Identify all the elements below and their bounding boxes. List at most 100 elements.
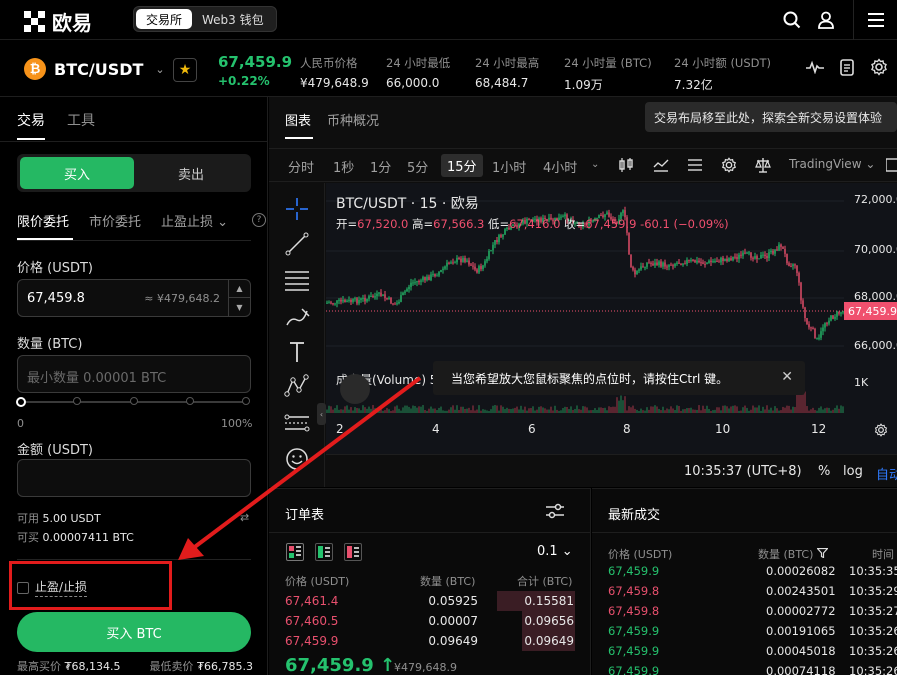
volume-bar xyxy=(566,407,568,413)
ticker-bar: ₿ BTC/USDT ⌄ ★ 67,459.9 +0.22% 人民币价格 ¥47… xyxy=(0,41,897,97)
list-settings-icon[interactable] xyxy=(687,157,705,175)
scale-balance-icon[interactable] xyxy=(755,157,773,175)
volume-bar xyxy=(528,408,530,413)
slider-step-25[interactable] xyxy=(71,395,83,407)
candle-body xyxy=(418,281,420,283)
pulse-chart-icon[interactable] xyxy=(805,57,825,77)
tf-timeline[interactable]: 分时 xyxy=(288,157,314,176)
chart-settings-gear-icon[interactable] xyxy=(874,423,888,441)
candle-body xyxy=(370,296,372,298)
tf-4h[interactable]: 4小时 xyxy=(543,157,577,176)
book-both-sides-icon[interactable] xyxy=(286,543,304,561)
document-icon[interactable] xyxy=(837,57,857,77)
candlestick-chart[interactable]: BTC/USDT · 15 · 欧易 开=67,520.0 高=67,566.3… xyxy=(326,183,897,487)
volume-bar xyxy=(770,407,772,413)
stepper-down-icon[interactable]: ▼ xyxy=(229,298,250,316)
book-asks-icon[interactable] xyxy=(344,543,362,561)
candle-body xyxy=(650,262,652,264)
crosshair-icon[interactable] xyxy=(283,195,311,223)
volume-bar xyxy=(756,407,758,413)
candle-body xyxy=(448,262,450,264)
chart-provider-select[interactable]: TradingView ⌄ xyxy=(789,157,875,171)
candle-body xyxy=(406,289,408,292)
collapse-toolbar-chevron-icon[interactable]: ‹ xyxy=(317,403,326,425)
measure-tool-icon[interactable] xyxy=(283,409,311,437)
pair-selector[interactable]: ₿ BTC/USDT ⌄ xyxy=(24,58,165,80)
candle-body xyxy=(372,296,374,298)
menu-icon[interactable] xyxy=(853,0,897,40)
fullscreen-icon[interactable] xyxy=(885,157,897,175)
tab-chart[interactable]: 图表 xyxy=(285,110,311,129)
mode-web3-wallet[interactable]: Web3 钱包 xyxy=(192,9,274,29)
ticker-actions xyxy=(805,57,889,77)
tf-1h[interactable]: 1小时 xyxy=(492,157,526,176)
close-icon[interactable]: ✕ xyxy=(781,369,793,385)
amount-input[interactable] xyxy=(17,459,251,497)
volume-bar xyxy=(776,408,778,413)
candle-body xyxy=(682,263,684,265)
tf-1s[interactable]: 1秒 xyxy=(333,157,354,176)
pattern-tool-icon[interactable] xyxy=(283,372,311,400)
volume-bar xyxy=(514,407,516,413)
candle-body xyxy=(792,264,794,267)
user-icon[interactable] xyxy=(809,0,843,40)
tf-15m[interactable]: 15分 xyxy=(441,154,483,177)
slider-step-100[interactable] xyxy=(240,395,252,407)
horizontal-lines-icon[interactable] xyxy=(283,266,311,294)
price-input[interactable]: 67,459.8 ≈ ¥479,648.2 ▲ ▼ xyxy=(17,279,251,317)
help-icon[interactable]: ? xyxy=(252,213,266,227)
search-icon[interactable] xyxy=(775,0,809,40)
auto-scale-toggle[interactable]: 自动 xyxy=(876,464,897,483)
tab-coin-overview[interactable]: 币种概况 xyxy=(327,110,379,129)
trend-line-icon[interactable] xyxy=(283,230,311,258)
tf-1m[interactable]: 1分 xyxy=(370,157,391,176)
ask-row[interactable]: 67,460.5 0.00007 0.09656 xyxy=(269,611,591,631)
emoji-icon[interactable] xyxy=(283,445,311,473)
volume-bar xyxy=(830,410,832,413)
volume-bar xyxy=(530,408,532,413)
mode-exchange[interactable]: 交易所 xyxy=(136,9,193,29)
stepper-up-icon[interactable]: ▲ xyxy=(229,280,250,298)
tab-limit-order[interactable]: 限价委托 xyxy=(17,211,69,230)
percent-scale-toggle[interactable]: % xyxy=(818,464,830,479)
candle-type-icon[interactable] xyxy=(618,157,636,175)
volume-bar xyxy=(478,405,480,413)
slider-max-label: 100% xyxy=(221,417,253,430)
price-value: 67,459.8 xyxy=(27,291,85,306)
book-bids-icon[interactable] xyxy=(315,543,333,561)
chart-round-button[interactable] xyxy=(340,374,370,404)
sell-tab-button[interactable]: 卖出 xyxy=(134,157,248,189)
tab-trade[interactable]: 交易 xyxy=(17,110,45,130)
filter-icon[interactable] xyxy=(816,547,829,561)
slider-step-50[interactable] xyxy=(128,395,140,407)
text-tool-icon[interactable] xyxy=(283,338,311,366)
volume-bar xyxy=(508,408,510,413)
brush-icon[interactable] xyxy=(283,303,311,331)
quantity-input[interactable]: 最小数量 0.00001 BTC xyxy=(17,355,251,393)
order-book-settings-icon[interactable] xyxy=(545,502,565,520)
okx-logo[interactable]: 欧易 xyxy=(24,7,92,36)
slider-handle[interactable] xyxy=(16,397,26,407)
indicator-icon[interactable] xyxy=(653,157,671,175)
tab-tp-sl-order[interactable]: 止盈止损 ⌄ xyxy=(161,211,228,230)
slider-step-75[interactable] xyxy=(184,395,196,407)
candle-body xyxy=(338,299,340,301)
favorite-star-icon[interactable]: ★ xyxy=(173,58,197,82)
buy-tab-button[interactable]: 买入 xyxy=(20,157,134,189)
log-scale-toggle[interactable]: log xyxy=(843,464,863,479)
ask-row[interactable]: 67,461.4 0.05925 0.15581 xyxy=(269,591,591,611)
volume-bar xyxy=(414,406,416,413)
tf-5m[interactable]: 5分 xyxy=(407,157,428,176)
gear-icon[interactable] xyxy=(869,57,889,77)
chart-gear-icon[interactable] xyxy=(721,157,739,175)
ask-row[interactable]: 67,459.9 0.09649 0.09649 xyxy=(269,631,591,651)
trade-price: 67,459.9 xyxy=(608,664,660,675)
tab-market-order[interactable]: 市价委托 xyxy=(89,211,141,230)
buy-btc-button[interactable]: 买入 BTC xyxy=(17,612,251,652)
transfer-icon[interactable]: ⇄ xyxy=(240,511,252,524)
candle-body xyxy=(326,302,328,304)
tf-more-chevron-icon[interactable]: ⌄ xyxy=(591,159,599,170)
tab-tools[interactable]: 工具 xyxy=(67,110,95,130)
volume-bar xyxy=(554,405,556,413)
tick-size-select[interactable]: 0.1 ⌄ xyxy=(537,544,573,559)
